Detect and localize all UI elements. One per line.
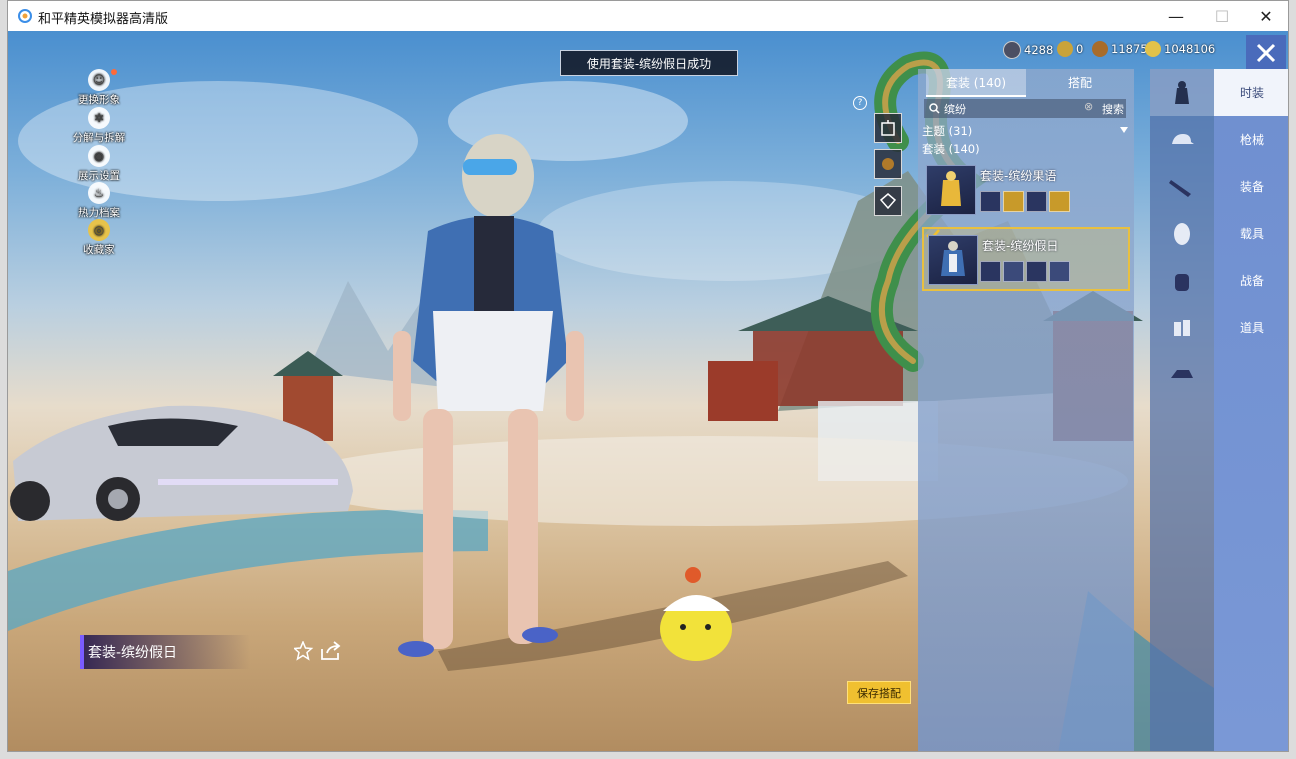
mask-icon[interactable] <box>1150 210 1214 257</box>
currency-4-value: 1048106 <box>1164 42 1216 56</box>
change-avatar-button[interactable]: ☺ 更换形象 <box>68 69 130 107</box>
display-settings-label: 展示设置 <box>78 170 120 182</box>
heat-archive-button[interactable]: ♨ 热力档案 <box>68 182 130 220</box>
outfit-panel: 套装 (140) 搭配 缤纷 ⊗ 搜索 主题 (31) 套装 (140) 套装-… <box>918 69 1134 751</box>
suits-count-label: 套装 (140) <box>922 142 980 156</box>
items-icon[interactable] <box>1150 304 1214 351</box>
outfit-2-part-1[interactable] <box>980 261 1001 282</box>
medal-icon: ◎ <box>88 219 110 241</box>
eye-icon: ◉ <box>88 145 110 167</box>
outfit-1-part-2[interactable] <box>1003 191 1024 212</box>
search-input[interactable]: 缤纷 <box>944 101 966 117</box>
currency-3: 11875 <box>1092 41 1148 57</box>
emblem-icon <box>879 193 897 210</box>
outfit-2-part-3[interactable] <box>1026 261 1047 282</box>
badge-icon <box>882 158 894 170</box>
currency-2: 0 <box>1057 41 1083 57</box>
category-props[interactable]: 道具 <box>1214 304 1288 351</box>
notification-dot <box>111 69 117 75</box>
currency-2-value: 0 <box>1076 42 1084 56</box>
category-vehicles[interactable]: 载具 <box>1214 210 1288 257</box>
currency-1-value: 4288 <box>1024 43 1054 57</box>
category-fashion[interactable]: 时装 <box>1214 69 1288 116</box>
wardrobe-button[interactable] <box>874 113 902 143</box>
backpack-icon[interactable] <box>1150 257 1214 304</box>
theme-filter[interactable]: 主题 (31) <box>922 123 972 139</box>
help-icon[interactable]: ? <box>853 96 867 110</box>
outfit-2-thumbnail <box>928 235 978 285</box>
cap-icon[interactable] <box>1150 116 1214 163</box>
outfit-item-2[interactable]: 套装-缤纷假日 <box>922 227 1130 291</box>
category-equipment[interactable]: 装备 <box>1214 163 1288 210</box>
app-window: 和平精英模拟器高清版 — ☐ ✕ ☺ 更换形象 ✲ 分解与拆解 ◉ 展示设置 ♨… <box>7 0 1289 752</box>
display-settings-button[interactable]: ◉ 展示设置 <box>68 145 130 183</box>
maximize-button[interactable]: ☐ <box>1199 1 1245 31</box>
window-title: 和平精英模拟器高清版 <box>38 12 169 27</box>
outfit-1-part-4[interactable] <box>1049 191 1070 212</box>
minimize-button[interactable]: — <box>1153 1 1199 31</box>
currency-4: 1048106 <box>1145 41 1215 57</box>
game-viewport: ☺ 更换形象 ✲ 分解与拆解 ◉ 展示设置 ♨ 热力档案 ◎ 收藏家 使用套装-… <box>8 31 1288 751</box>
gear-icon: ✲ <box>88 107 110 129</box>
app-logo-icon <box>18 9 32 23</box>
collector-label: 收藏家 <box>83 244 115 256</box>
star-plus-icon[interactable] <box>294 641 316 661</box>
title-bar: 和平精英模拟器高清版 — ☐ ✕ <box>8 1 1288 31</box>
dropdown-arrow-icon[interactable] <box>1120 127 1128 133</box>
minimize-icon: — <box>1168 6 1184 26</box>
tab-suits[interactable]: 套装 (140) <box>926 69 1026 97</box>
share-icon[interactable] <box>320 641 342 661</box>
gun-icon[interactable] <box>1150 163 1214 210</box>
decompose-label: 分解与拆解 <box>72 132 126 144</box>
outfit-1-part-3[interactable] <box>1026 191 1047 212</box>
category-battle-gear[interactable]: 战备 <box>1214 257 1288 304</box>
flame-icon: ♨ <box>88 182 110 204</box>
hanger-icon <box>881 120 895 136</box>
outfit-1-name: 套装-缤纷果语 <box>980 169 1057 183</box>
currency-1: 4288 <box>1003 41 1053 59</box>
fashion-category-icon[interactable] <box>1150 69 1214 116</box>
search-bar: 缤纷 ⊗ 搜索 <box>924 99 1126 118</box>
outfit-2-name: 套装-缤纷假日 <box>982 239 1059 253</box>
decompose-button[interactable]: ✲ 分解与拆解 <box>68 107 130 145</box>
selected-outfit-name: 套装-缤纷假日 <box>80 635 250 669</box>
heat-archive-label: 热力档案 <box>78 207 120 219</box>
collector-button[interactable]: ◎ 收藏家 <box>68 219 130 257</box>
avatar-icon: ☺ <box>88 69 110 91</box>
outfit-2-part-2[interactable] <box>1003 261 1024 282</box>
clear-search-icon[interactable]: ⊗ <box>1084 100 1093 113</box>
outfit-1-thumbnail <box>926 165 976 215</box>
search-button[interactable]: 搜索 <box>1102 101 1124 117</box>
change-avatar-label: 更换形象 <box>78 94 120 106</box>
close-x-icon <box>1256 43 1276 63</box>
category-list: 时装 枪械 装备 载具 战备 道具 <box>1214 69 1288 751</box>
search-icon <box>929 103 940 114</box>
category-guns[interactable]: 枪械 <box>1214 116 1288 163</box>
outfit-item-1[interactable]: 套装-缤纷果语 <box>922 159 1130 223</box>
vehicle-skin-icon[interactable] <box>1150 351 1214 398</box>
save-outfit-button[interactable]: 保存搭配 <box>847 681 911 704</box>
maximize-icon: ☐ <box>1214 6 1230 26</box>
outfit-1-part-1[interactable] <box>980 191 1001 212</box>
currency-3-value: 11875 <box>1111 42 1148 56</box>
close-icon: ✕ <box>1259 6 1273 26</box>
badge-button[interactable] <box>874 149 902 179</box>
gold-coin-icon <box>1145 41 1161 57</box>
silver-coin-icon <box>1003 41 1021 59</box>
tab-matching[interactable]: 搭配 <box>1030 69 1130 95</box>
emblem-button[interactable] <box>874 186 902 216</box>
bronze-coin-icon <box>1092 41 1108 57</box>
close-window-button[interactable]: ✕ <box>1243 1 1288 31</box>
gold-token-icon <box>1057 41 1073 57</box>
success-toast: 使用套装-缤纷假日成功 <box>560 50 738 76</box>
close-screen-button[interactable] <box>1246 35 1286 71</box>
category-icon-column <box>1150 69 1214 751</box>
outfit-2-part-4[interactable] <box>1049 261 1070 282</box>
